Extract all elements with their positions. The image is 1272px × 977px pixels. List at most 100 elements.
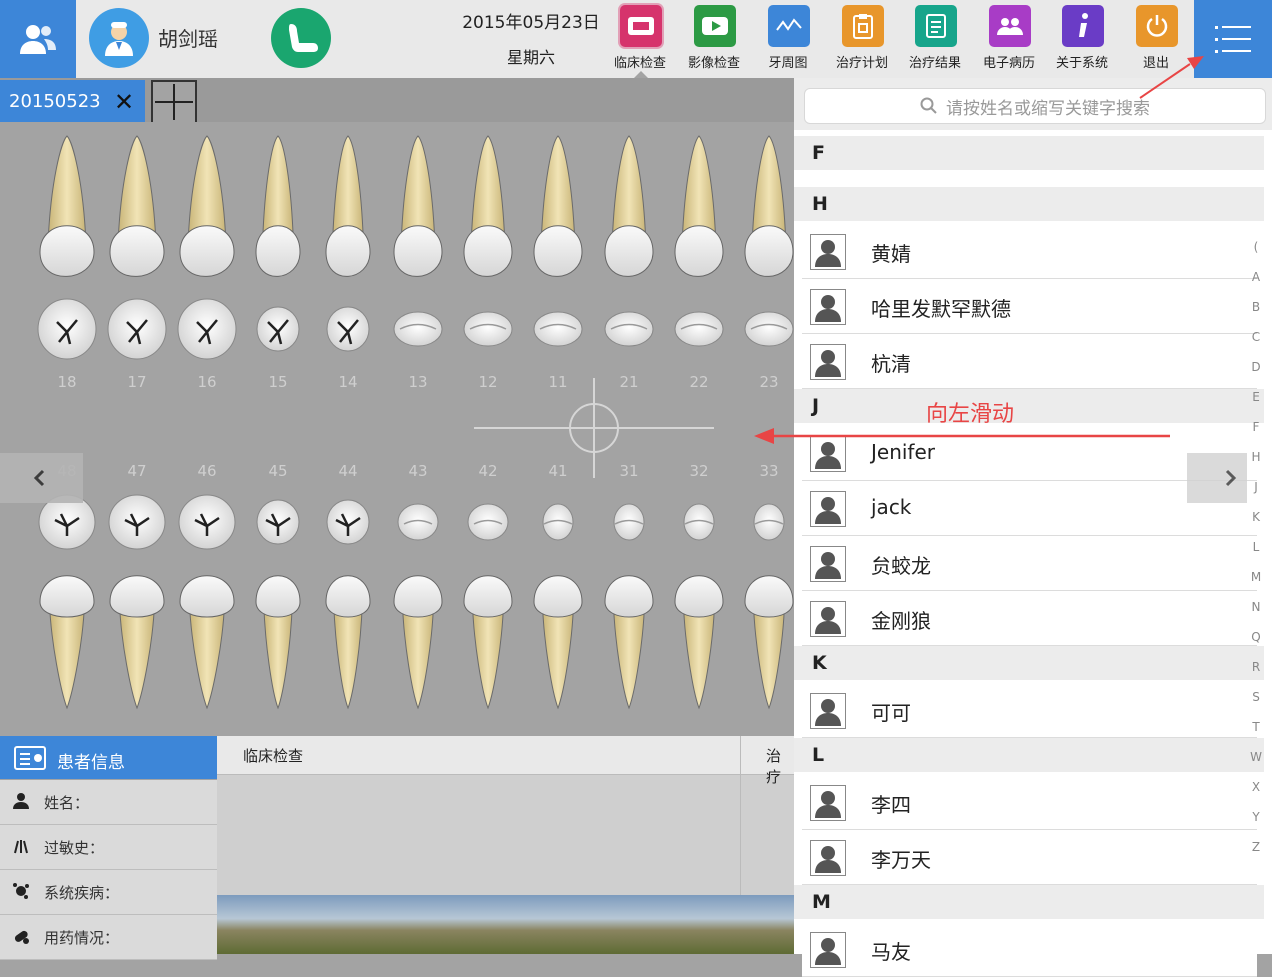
upper-tooth[interactable] [255, 135, 301, 277]
patient-list-item[interactable]: 黄婧 [802, 224, 1257, 279]
lower-tooth[interactable] [463, 575, 513, 710]
upper-occlusal[interactable] [256, 306, 300, 352]
patient-list-item[interactable]: 李万天 [802, 830, 1257, 885]
lower-occlusal[interactable] [256, 499, 300, 545]
alphabet-index-letter[interactable]: Y [1248, 810, 1264, 824]
lower-occlusal[interactable] [467, 503, 509, 541]
search-input[interactable]: 请按姓名或缩写关键字搜索 [804, 88, 1266, 124]
patient-list-item[interactable]: 哈里发默罕默德 [802, 279, 1257, 334]
upper-occlusal[interactable] [37, 298, 97, 360]
users-icon[interactable] [0, 0, 76, 78]
lower-tooth[interactable] [325, 575, 371, 710]
patient-list-item[interactable]: 可可 [802, 683, 1257, 738]
field-name[interactable]: 姓名： [0, 780, 217, 825]
alphabet-index-letter[interactable]: H [1248, 450, 1264, 464]
nav-periodontal-chart[interactable]: 牙周图 [753, 0, 823, 78]
lower-occlusal[interactable] [397, 503, 439, 541]
lower-tooth[interactable] [39, 575, 95, 710]
patient-list-item[interactable]: 贠蛟龙 [802, 536, 1257, 591]
lower-tooth[interactable] [109, 575, 165, 710]
chevron-left-icon[interactable] [0, 453, 83, 503]
tab-date[interactable]: 20150523 ✕ [0, 80, 145, 122]
upper-tooth[interactable] [604, 135, 654, 277]
patient-list-item[interactable]: 金刚狼 [802, 591, 1257, 646]
upper-occlusal[interactable] [177, 298, 237, 360]
nav-clinical-exam[interactable]: 临床检查 [605, 0, 675, 79]
upper-occlusal[interactable] [674, 311, 724, 347]
upper-tooth[interactable] [179, 135, 235, 277]
upper-tooth[interactable] [744, 135, 794, 277]
upper-tooth[interactable] [39, 135, 95, 277]
field-system-disease[interactable]: 系统疾病： [0, 870, 217, 915]
alphabet-index-letter[interactable]: Z [1248, 840, 1264, 854]
alphabet-index-letter[interactable]: B [1248, 300, 1264, 314]
alphabet-index-letter[interactable]: M [1248, 570, 1264, 584]
alphabet-index-letter[interactable]: S [1248, 690, 1264, 704]
alphabet-index-letter[interactable]: Q [1248, 630, 1264, 644]
tooth-number-lower: 46 [197, 462, 217, 480]
clipboard-icon [842, 5, 884, 47]
upper-tooth[interactable] [533, 135, 583, 277]
alphabet-index-letter[interactable]: W [1248, 750, 1264, 764]
upper-occlusal[interactable] [393, 311, 443, 347]
alphabet-index-letter[interactable]: R [1248, 660, 1264, 674]
lower-occlusal[interactable] [753, 503, 785, 541]
alphabet-index-letter[interactable]: E [1248, 390, 1264, 404]
patient-list-item[interactable]: 马友 [802, 922, 1257, 977]
upper-occlusal[interactable] [326, 306, 370, 352]
field-medication[interactable]: 用药情况： [0, 915, 217, 960]
dental-chair-icon[interactable] [271, 8, 331, 68]
chevron-right-icon[interactable] [1187, 453, 1247, 503]
alphabet-index-letter[interactable]: L [1248, 540, 1264, 554]
lower-occlusal[interactable] [108, 494, 166, 550]
nav-medical-record[interactable]: 电子病历 [974, 0, 1044, 78]
crosshair-icon[interactable] [474, 378, 714, 478]
lower-tooth[interactable] [179, 575, 235, 710]
field-allergy[interactable]: 过敏史： [0, 825, 217, 870]
alphabet-index-letter[interactable]: A [1248, 270, 1264, 284]
upper-tooth[interactable] [674, 135, 724, 277]
nav-treatment-result[interactable]: 治疗结果 [900, 0, 970, 78]
lower-tooth[interactable] [674, 575, 724, 710]
lower-tooth[interactable] [393, 575, 443, 710]
add-tab-button[interactable] [151, 80, 197, 124]
lower-occlusal[interactable] [178, 494, 236, 550]
lower-tooth[interactable] [533, 575, 583, 710]
upper-occlusal[interactable] [604, 311, 654, 347]
lower-tooth[interactable] [744, 575, 794, 710]
alphabet-index-letter[interactable]: T [1248, 720, 1264, 734]
upper-occlusal[interactable] [744, 311, 794, 347]
lower-occlusal[interactable] [542, 503, 574, 541]
lower-occlusal[interactable] [38, 494, 96, 550]
nav-logout[interactable]: 退出 [1121, 0, 1191, 78]
alphabet-index-letter[interactable]: J [1248, 480, 1264, 494]
upper-occlusal[interactable] [533, 311, 583, 347]
alphabet-index-letter[interactable]: ( [1248, 240, 1264, 254]
nav-treatment-plan[interactable]: 治疗计划 [827, 0, 897, 78]
upper-tooth[interactable] [109, 135, 165, 277]
close-icon[interactable]: ✕ [114, 88, 134, 116]
alphabet-index-letter[interactable]: D [1248, 360, 1264, 374]
upper-occlusal[interactable] [463, 311, 513, 347]
patient-info-header[interactable]: 患者信息 [0, 736, 217, 779]
lower-occlusal[interactable] [326, 499, 370, 545]
nav-about-system[interactable]: 关于系统 [1047, 0, 1117, 78]
lower-occlusal[interactable] [683, 503, 715, 541]
alphabet-index-letter[interactable]: X [1248, 780, 1264, 794]
upper-tooth[interactable] [393, 135, 443, 277]
alphabet-index-letter[interactable]: F [1248, 420, 1264, 434]
alphabet-index-letter[interactable]: N [1248, 600, 1264, 614]
alphabet-index-letter[interactable]: C [1248, 330, 1264, 344]
menu-list-icon[interactable] [1194, 0, 1272, 78]
upper-tooth[interactable] [325, 135, 371, 277]
lower-occlusal[interactable] [613, 503, 645, 541]
doctor-avatar-icon[interactable] [89, 8, 149, 68]
nav-imaging[interactable]: 影像检查 [679, 0, 749, 78]
patient-list-item[interactable]: 李四 [802, 775, 1257, 830]
upper-tooth[interactable] [463, 135, 513, 277]
patient-list-item[interactable]: 杭清 [802, 334, 1257, 389]
alphabet-index-letter[interactable]: K [1248, 510, 1264, 524]
lower-tooth[interactable] [604, 575, 654, 710]
lower-tooth[interactable] [255, 575, 301, 710]
upper-occlusal[interactable] [107, 298, 167, 360]
